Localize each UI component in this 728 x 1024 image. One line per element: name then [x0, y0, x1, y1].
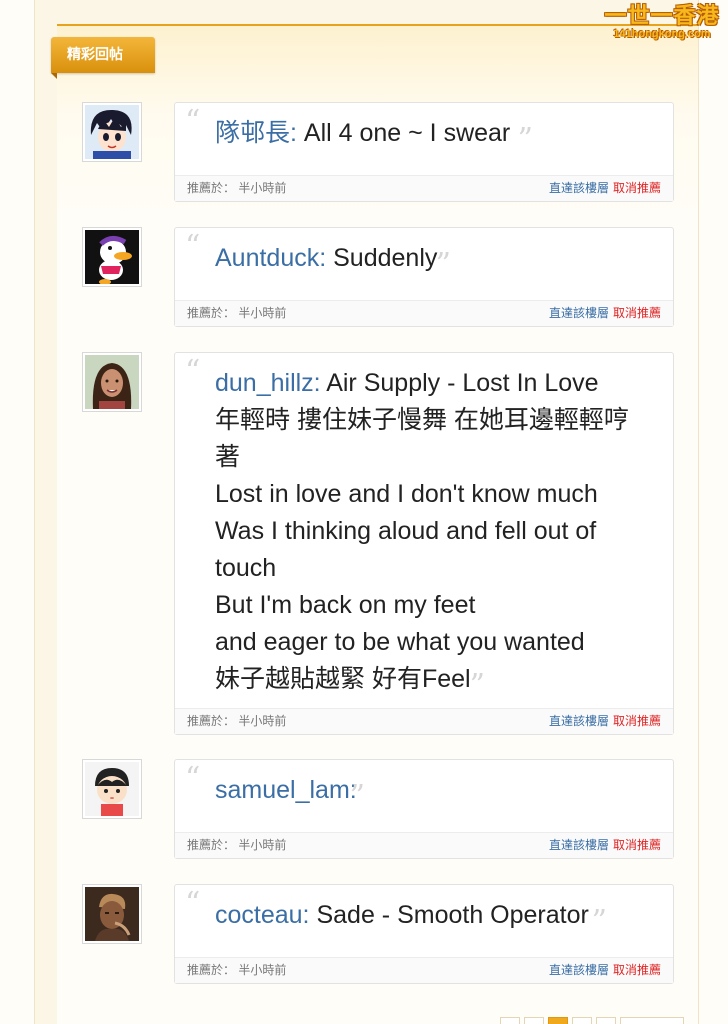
recommended-time: 半小時前 — [238, 963, 287, 977]
page-button[interactable] — [500, 1017, 520, 1024]
page-button[interactable] — [572, 1017, 592, 1024]
reply-text: Suddenly — [326, 244, 438, 272]
cancel-recommend-link[interactable]: 取消推薦 — [613, 714, 661, 728]
anime-boy-avatar-icon — [85, 105, 139, 159]
reply-line: 妹子越貼越緊 好有Feel — [215, 665, 471, 693]
recommended-time: 半小時前 — [238, 838, 287, 852]
reply-bubble: “ samuel_lam: ” 推薦於： 半小時前 直達該樓層 取消推薦 — [174, 759, 674, 859]
cartoon-kid-avatar-icon — [85, 762, 139, 816]
reply-line: samuel_lam: — [215, 772, 653, 809]
open-quote-icon: “ — [185, 104, 201, 139]
recommended-label: 推薦於： — [187, 306, 236, 320]
reply-line: But I'm back on my feet — [215, 591, 476, 619]
reply-line: dun_hillz: Air Supply - Lost In Love — [215, 365, 653, 402]
reply-line: 年輕時 摟住妹子慢舞 在她耳邊輕輕哼 — [215, 406, 629, 434]
site-logo[interactable]: 一世一香港 141hongkong.com — [602, 4, 722, 44]
logo-main-text: 一世一香港 — [604, 3, 720, 28]
reply-line: Was I thinking aloud and fell out of — [215, 517, 597, 545]
reply-footer: 推薦於： 半小時前 直達該樓層 取消推薦 — [175, 300, 673, 326]
reply-line: and eager to be what you wanted — [215, 628, 585, 656]
reply-line: 著 — [215, 443, 241, 471]
jump-to-floor-link[interactable]: 直達該樓層 — [549, 963, 609, 977]
reply-content: “ Auntduck: Suddenly ” — [175, 228, 673, 300]
recommended-time: 半小時前 — [238, 306, 287, 320]
reply-bubble: “ 隊邨長: All 4 one ~ I swear ” 推薦於： 半小時前 直… — [174, 102, 674, 202]
woman-avatar-icon — [85, 355, 139, 409]
author-link[interactable]: samuel_lam: — [215, 776, 357, 804]
reply-text: Sade - Smooth Operator — [309, 901, 589, 929]
cancel-recommend-link[interactable]: 取消推薦 — [613, 963, 661, 977]
left-margin — [0, 0, 35, 1024]
author-link[interactable]: dun_hillz: — [215, 369, 321, 397]
author-link[interactable]: Auntduck: — [215, 244, 326, 272]
open-quote-icon: “ — [185, 761, 201, 796]
recommended-label: 推薦於： — [187, 838, 236, 852]
jump-to-floor-link[interactable]: 直達該樓層 — [549, 714, 609, 728]
page-button[interactable] — [596, 1017, 616, 1024]
author-link[interactable]: cocteau: — [215, 901, 310, 929]
duck-avatar-icon — [85, 230, 139, 284]
reply-text: Air Supply - Lost In Love — [320, 369, 599, 397]
reply-bubble: “ Auntduck: Suddenly ” 推薦於： 半小時前 直達該樓層 取消… — [174, 227, 674, 327]
pagination — [500, 1016, 688, 1024]
reply-line: cocteau: Sade - Smooth Operator — [215, 897, 653, 934]
close-quote-icon: ” — [591, 904, 607, 939]
reply-bubble: “ cocteau: Sade - Smooth Operator ” 推薦於：… — [174, 884, 674, 984]
logo-sub-text: 141hongkong.com — [613, 28, 711, 40]
reply-footer: 推薦於： 半小時前 直達該樓層 取消推薦 — [175, 957, 673, 983]
reply-content: “ 隊邨長: All 4 one ~ I swear ” — [175, 103, 673, 175]
avatar[interactable] — [82, 352, 142, 412]
avatar[interactable] — [82, 759, 142, 819]
avatar[interactable] — [82, 227, 142, 287]
section-tab-featured-replies: 精彩回帖 — [51, 37, 155, 79]
close-quote-icon: ” — [349, 779, 365, 814]
avatar[interactable] — [82, 884, 142, 944]
recommended-label: 推薦於： — [187, 963, 236, 977]
jump-to-floor-link[interactable]: 直達該樓層 — [549, 181, 609, 195]
avatar[interactable] — [82, 102, 142, 162]
author-link[interactable]: 隊邨長: — [215, 119, 297, 147]
reply-footer: 推薦於： 半小時前 直達該樓層 取消推薦 — [175, 832, 673, 858]
recommended-time: 半小時前 — [238, 714, 287, 728]
close-quote-icon: ” — [469, 668, 485, 703]
man-photo-avatar-icon — [85, 887, 139, 941]
reply-content: “ dun_hillz: Air Supply - Lost In Love 年… — [175, 353, 673, 708]
recommended-label: 推薦於： — [187, 714, 236, 728]
open-quote-icon: “ — [185, 886, 201, 921]
reply-bubble: “ dun_hillz: Air Supply - Lost In Love 年… — [174, 352, 674, 735]
reply-content: “ cocteau: Sade - Smooth Operator ” — [175, 885, 673, 957]
close-quote-icon: ” — [435, 247, 451, 282]
reply-footer: 推薦於： 半小時前 直達該樓層 取消推薦 — [175, 708, 673, 734]
cancel-recommend-link[interactable]: 取消推薦 — [613, 181, 661, 195]
jump-to-floor-link[interactable]: 直達該樓層 — [549, 306, 609, 320]
reply-footer: 推薦於： 半小時前 直達該樓層 取消推薦 — [175, 175, 673, 201]
reply-line: Auntduck: Suddenly — [215, 240, 653, 277]
next-page-button[interactable] — [620, 1017, 684, 1024]
cancel-recommend-link[interactable]: 取消推薦 — [613, 838, 661, 852]
page-button-current[interactable] — [548, 1017, 568, 1024]
reply-line: touch — [215, 554, 277, 582]
page-button[interactable] — [524, 1017, 544, 1024]
close-quote-icon: ” — [517, 122, 533, 157]
recommended-time: 半小時前 — [238, 181, 287, 195]
reply-text: All 4 one ~ I swear — [296, 119, 511, 147]
reply-line: Lost in love and I don't know much — [215, 480, 598, 508]
recommended-label: 推薦於： — [187, 181, 236, 195]
reply-content: “ samuel_lam: ” — [175, 760, 673, 832]
open-quote-icon: “ — [185, 354, 201, 389]
open-quote-icon: “ — [185, 229, 201, 264]
reply-line: 隊邨長: All 4 one ~ I swear — [215, 115, 653, 152]
right-margin — [698, 0, 728, 1024]
cancel-recommend-link[interactable]: 取消推薦 — [613, 306, 661, 320]
jump-to-floor-link[interactable]: 直達該樓層 — [549, 838, 609, 852]
